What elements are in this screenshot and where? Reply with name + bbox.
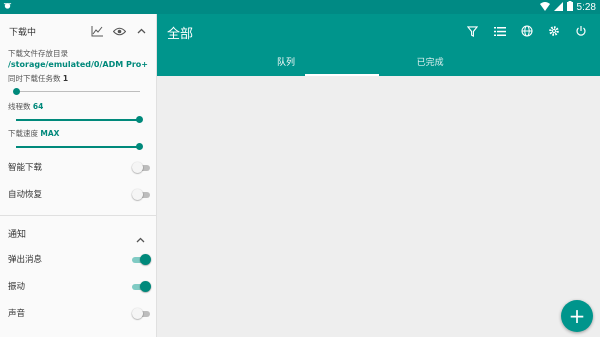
status-bar: 5:28 bbox=[0, 0, 600, 14]
popup-message-switch[interactable] bbox=[132, 254, 151, 266]
folder-label: 下载文件存放目录 bbox=[8, 49, 68, 58]
tab-queue[interactable]: 队列 bbox=[157, 53, 379, 76]
speed-slider[interactable] bbox=[16, 143, 143, 151]
page-title: 全部 bbox=[167, 27, 194, 42]
divider bbox=[0, 215, 157, 216]
wifi-icon bbox=[539, 1, 550, 14]
threads-setting: 线程数 64 bbox=[8, 101, 43, 112]
slider-thumb[interactable] bbox=[13, 88, 20, 95]
slider-thumb[interactable] bbox=[136, 116, 143, 123]
popup-message-label: 弹出消息 bbox=[8, 255, 43, 265]
sound-switch[interactable] bbox=[132, 308, 150, 320]
download-list bbox=[157, 76, 600, 337]
auto-resume-label: 自动恢复 bbox=[8, 190, 43, 200]
collapse-notify-button[interactable] bbox=[136, 228, 148, 243]
tasks-value: 1 bbox=[62, 74, 69, 83]
tab-bar: 队列 已完成 bbox=[157, 53, 600, 76]
chevron-up-icon bbox=[137, 28, 145, 34]
speed-setting: 下载速度 MAX bbox=[8, 128, 59, 139]
power-button[interactable] bbox=[567, 21, 594, 41]
battery-icon bbox=[566, 1, 573, 14]
tasks-setting: 同时下载任务数 1 bbox=[8, 73, 68, 84]
speed-label: 下载速度 bbox=[8, 129, 38, 138]
vibrate-switch[interactable] bbox=[132, 281, 151, 293]
folder-path[interactable]: /storage/emulated/0/ADM Pro+ bbox=[8, 60, 148, 69]
browser-button[interactable] bbox=[513, 21, 540, 41]
plus-icon: + bbox=[568, 304, 586, 328]
auto-resume-switch[interactable] bbox=[132, 189, 150, 201]
chevron-up-icon bbox=[136, 237, 145, 243]
tab-queue-label: 队列 bbox=[277, 58, 296, 68]
eye-icon bbox=[112, 27, 126, 35]
settings-icon bbox=[548, 26, 559, 36]
threads-value: 64 bbox=[32, 102, 44, 111]
tab-completed-label: 已完成 bbox=[416, 58, 444, 68]
popup-message-row[interactable]: 弹出消息 bbox=[8, 251, 151, 269]
drawer-header: 下载中 bbox=[9, 28, 37, 38]
list-icon bbox=[493, 26, 506, 36]
app-toolbar: 全部 队列 已完成 bbox=[157, 14, 600, 76]
add-download-button[interactable]: + bbox=[561, 300, 593, 332]
speed-value: MAX bbox=[40, 129, 60, 138]
chart-button[interactable] bbox=[89, 24, 105, 38]
tab-completed[interactable]: 已完成 bbox=[379, 53, 600, 76]
slider-track bbox=[16, 91, 140, 92]
tasks-slider[interactable] bbox=[13, 88, 140, 96]
sound-label: 声音 bbox=[8, 309, 26, 319]
settings-button[interactable] bbox=[540, 21, 567, 41]
power-icon bbox=[575, 26, 586, 36]
clock: 5:28 bbox=[576, 2, 596, 13]
slider-fill bbox=[16, 119, 140, 121]
filter-button[interactable] bbox=[459, 21, 486, 41]
visibility-button[interactable] bbox=[111, 24, 127, 38]
debug-icon bbox=[3, 1, 12, 13]
vibrate-label: 振动 bbox=[8, 282, 26, 292]
list-button[interactable] bbox=[486, 21, 513, 41]
sound-row[interactable]: 声音 bbox=[8, 305, 150, 323]
tasks-label: 同时下载任务数 bbox=[8, 74, 61, 83]
smart-download-switch[interactable] bbox=[132, 162, 150, 174]
signal-icon bbox=[553, 1, 563, 14]
slider-thumb[interactable] bbox=[136, 143, 143, 150]
notify-header: 通知 bbox=[8, 230, 27, 240]
smart-download-row[interactable]: 智能下载 bbox=[8, 159, 150, 177]
collapse-downloading-button[interactable] bbox=[133, 24, 149, 38]
threads-slider[interactable] bbox=[16, 116, 143, 124]
threads-label: 线程数 bbox=[8, 102, 31, 111]
slider-fill bbox=[16, 146, 140, 148]
auto-resume-row[interactable]: 自动恢复 bbox=[8, 186, 150, 204]
vibrate-row[interactable]: 振动 bbox=[8, 278, 151, 296]
filter-icon bbox=[467, 25, 478, 37]
smart-download-label: 智能下载 bbox=[8, 163, 43, 173]
side-drawer: 下载中 下载文件存放目录 /storage/emulated/0/ADM Pro… bbox=[0, 14, 157, 337]
chart-icon bbox=[91, 25, 103, 36]
globe-icon bbox=[520, 25, 533, 37]
